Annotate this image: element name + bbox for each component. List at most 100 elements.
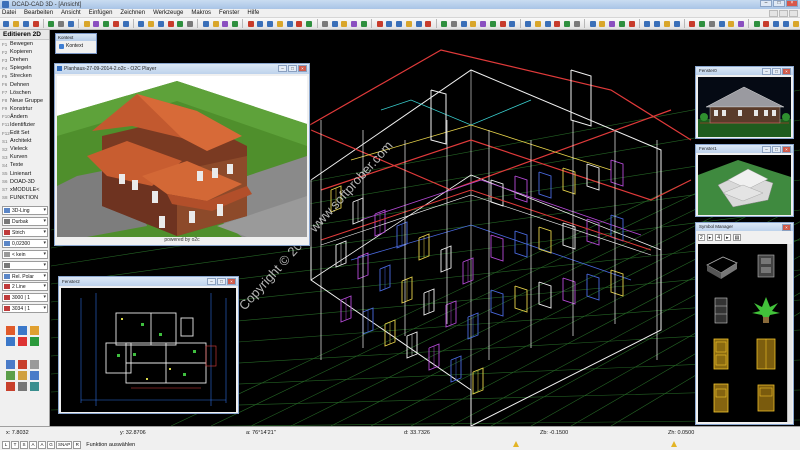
settings-dropdown[interactable]: 0,02300 [2,239,48,248]
toolbar-tool-button[interactable] [156,19,165,28]
fenster1-viewport[interactable] [698,155,791,215]
fenster0-maximize-button[interactable]: □ [772,68,781,75]
toolbar-tool-button[interactable] [47,19,56,28]
panel-command-item[interactable]: F9 Konstrtur [0,105,49,113]
o2c-maximize-button[interactable]: □ [288,65,297,72]
fenster0-close-button[interactable]: × [782,68,791,75]
panel-command-item[interactable]: S6 DOAD-3D [0,178,49,186]
toolbar-tool-button[interactable] [533,19,542,28]
text-tool-icon[interactable] [18,382,27,391]
symbol-item[interactable] [698,244,743,288]
toolbar-tool-button[interactable] [414,19,423,28]
status-button-a2[interactable]: A [38,440,46,449]
status-button-snap[interactable]: SNAP [56,440,73,449]
o2c-minimize-button[interactable]: – [278,65,287,72]
status-button-g[interactable]: G [47,440,55,449]
copy-tool-icon[interactable] [30,326,39,335]
toolbar-tool-button[interactable] [424,19,433,28]
sm-arrow-icon[interactable]: ▸ [706,234,714,241]
symbol-item[interactable] [743,332,788,376]
sm-value-2[interactable]: 4 [715,234,723,241]
toolbar-tool-button[interactable] [385,19,394,28]
floor-plan-viewport[interactable] [61,288,236,412]
symbol-scrollbar[interactable] [787,244,792,422]
toolbar-tool-button[interactable] [459,19,468,28]
toolbar-tool-button[interactable] [688,19,697,28]
toolbar-tool-button[interactable] [276,19,285,28]
toolbar-tool-button[interactable] [66,19,75,28]
toolbar-tool-button[interactable] [653,19,662,28]
toolbar-tool-button[interactable] [221,19,230,28]
toolbar-tool-button[interactable] [137,19,146,28]
panel-command-item[interactable]: F12 Edit Set [0,129,49,137]
sm-value-1[interactable]: 2 [698,234,705,241]
settings-dropdown[interactable]: 3D-Ling [2,206,48,215]
fenster2-maximize-button[interactable]: □ [217,278,226,285]
line-tool-icon[interactable] [6,360,15,369]
panel-command-item[interactable]: F5 Strecken [0,72,49,80]
toolbar-tool-button[interactable] [111,19,120,28]
toolbar-tool-button[interactable] [572,19,581,28]
settings-dropdown[interactable]: Strich [2,228,48,237]
circle-tool-icon[interactable] [18,371,27,380]
panel-command-item[interactable]: F4 Spiegeln [0,64,49,72]
toolbar-tool-button[interactable] [598,19,607,28]
maximize-button[interactable]: □ [773,0,785,7]
panel-command-item[interactable]: S8 FUNKTION [0,194,49,202]
settings-dropdown[interactable]: Rel. Polar [2,272,48,281]
line-setting-dropdown[interactable]: 3034 | 1 [2,304,48,313]
toolbar-tool-button[interactable] [553,19,562,28]
toolbar-tool-button[interactable] [782,19,791,28]
menu-datei[interactable]: Datei [2,10,16,16]
toolbar-tool-button[interactable] [305,19,314,28]
symbol-item[interactable] [698,332,743,376]
panel-command-item[interactable]: F11 Identifizier [0,121,49,129]
mdi-minimize-button[interactable] [769,9,778,17]
toolbar-tool-button[interactable] [543,19,552,28]
rotate-tool-icon[interactable] [18,326,27,335]
toolbar-tool-button[interactable] [737,19,746,28]
line-setting-dropdown[interactable]: 3000 | 1 [2,293,48,302]
fenster1-minimize-button[interactable]: – [762,146,771,153]
arc-tool-icon[interactable] [6,371,15,380]
toolbar-tool-button[interactable] [588,19,597,28]
menu-hilfe[interactable]: Hilfe [247,10,259,16]
toolbar-tool-button[interactable] [22,19,31,28]
delete-tool-icon[interactable] [18,337,27,346]
toolbar-tool-button[interactable] [524,19,533,28]
symbol-item[interactable] [698,288,743,332]
o2c-3d-viewport[interactable] [57,76,307,237]
toolbar-tool-button[interactable] [211,19,220,28]
toolbar-tool-button[interactable] [256,19,265,28]
status-button-a1[interactable]: A [29,440,37,449]
symbol-item[interactable] [743,288,788,332]
symbol-item[interactable] [698,376,743,420]
kontext-button[interactable]: Kontext [56,41,96,49]
rect-tool-icon[interactable] [30,371,39,380]
toolbar-tool-button[interactable] [469,19,478,28]
toolbar-tool-button[interactable] [176,19,185,28]
toolbar-tool-button[interactable] [57,19,66,28]
toolbar-tool-button[interactable] [772,19,781,28]
menu-makros[interactable]: Makros [191,10,211,16]
toolbar-tool-button[interactable] [231,19,240,28]
panel-command-item[interactable]: F3 Drehen [0,56,49,64]
toolbar-tool-button[interactable] [147,19,156,28]
status-button-s[interactable]: S [20,440,28,449]
toolbar-tool-button[interactable] [92,19,101,28]
toolbar-tool-button[interactable] [266,19,275,28]
toolbar-tool-button[interactable] [121,19,130,28]
panel-command-item[interactable]: S1 Architekt [0,137,49,145]
panel-command-item[interactable]: F10 Ändern [0,113,49,121]
symbol-item[interactable] [743,244,788,288]
panel-command-item[interactable]: F2 Kopieren [0,48,49,56]
toolbar-tool-button[interactable] [2,19,11,28]
fenster0-viewport[interactable] [698,77,791,137]
toolbar-tool-button[interactable] [360,19,369,28]
toolbar-tool-button[interactable] [698,19,707,28]
toolbar-tool-button[interactable] [350,19,359,28]
toolbar-tool-button[interactable] [102,19,111,28]
panel-command-item[interactable]: S5 Linienart [0,170,49,178]
toolbar-tool-button[interactable] [717,19,726,28]
settings-dropdown[interactable]: Durbak [2,217,48,226]
